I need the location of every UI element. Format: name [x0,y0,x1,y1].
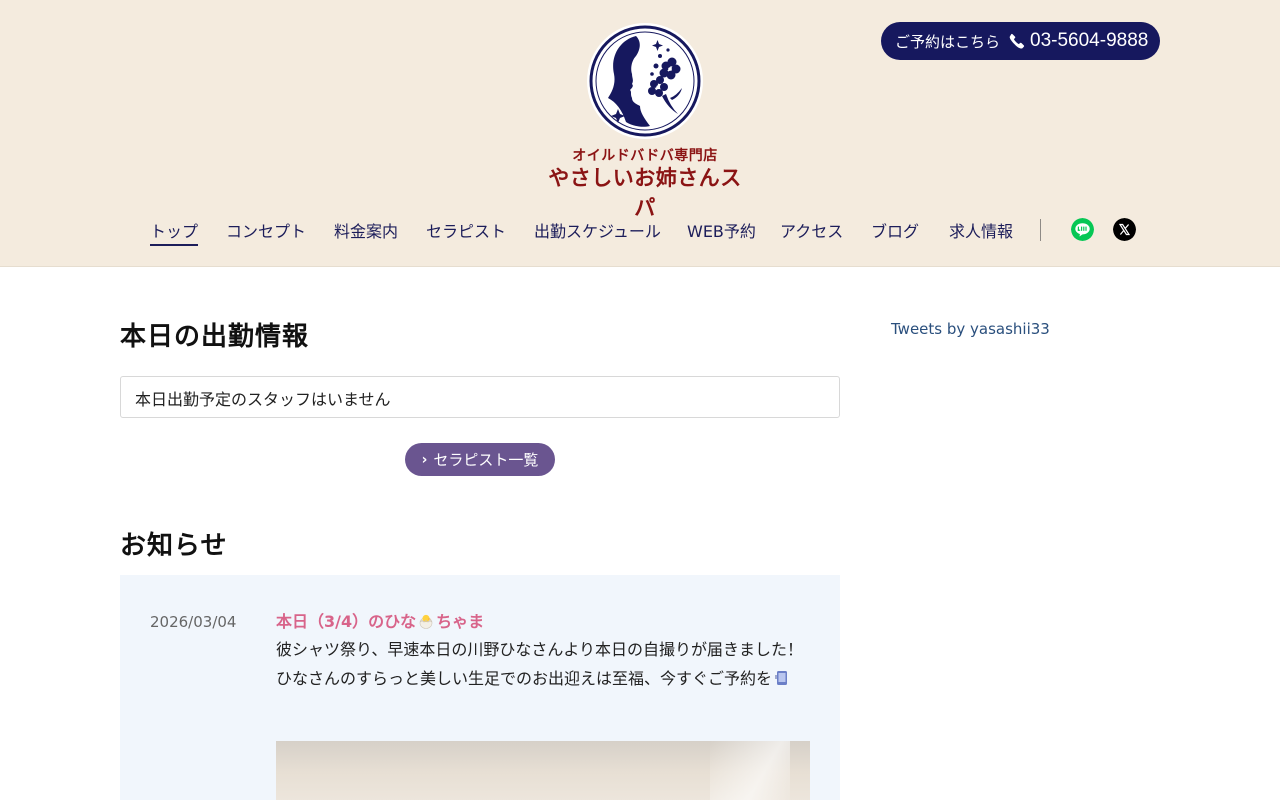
reserve-phone-number: 03-5604-9888 [1030,30,1149,51]
therapist-list-label: セラピスト一覧 [433,451,539,469]
news-title-link[interactable]: 本日（3/4）のひな ちゃま [276,608,484,632]
nav-item-schedule[interactable]: 出勤スケジュール [534,218,661,246]
nav-item-concept[interactable]: コンセプト [226,218,306,246]
logo-emblem-icon [587,23,703,139]
news-section-title: お知らせ [120,531,228,561]
hatching-chick-icon [419,614,433,629]
therapist-list-button[interactable]: › セラピスト一覧 [405,443,555,476]
main-content: 本日の出勤情報 本日出勤予定のスタッフはいません › セラピスト一覧 お知らせ … [120,267,840,800]
x-icon[interactable] [1113,218,1136,241]
nav-item-web-reservation[interactable]: WEB予約 [687,218,756,246]
news-photo[interactable] [276,741,810,800]
nav-item-therapists[interactable]: セラピスト [426,218,506,246]
today-attendance-title: 本日の出勤情報 [120,322,310,352]
nav-divider [1040,219,1041,241]
reserve-phone-button[interactable]: ご予約はこちら 03-5604-9888 [881,22,1160,60]
tweets-timeline-link[interactable]: Tweets by yasashii33 [891,320,1050,338]
reserve-label: ご予約はこちら [895,32,1001,51]
news-body: 彼シャツ祭り、早速本日の川野ひなさんより本日の自撮りが届きました！ひなさんのすら… [276,635,816,693]
today-attendance-notice: 本日出勤予定のスタッフはいません [120,376,840,418]
nav-item-access[interactable]: アクセス [780,218,843,246]
news-title-text: 本日（3/4）のひな [276,612,417,631]
phone-icon [1009,33,1025,49]
mobile-phone-icon [775,671,788,685]
site-logo[interactable]: オイルドバドバ専門店 やさしいお姉さんスパ [540,22,750,220]
news-title-suffix: ちゃま [436,612,485,631]
nav-item-top[interactable]: トップ [150,218,199,246]
chevron-right-icon: › [421,451,428,468]
nav-item-pricing[interactable]: 料金案内 [334,218,398,246]
line-icon[interactable] [1071,218,1094,241]
news-date: 2026/03/04 [150,613,237,631]
site-header: オイルドバドバ専門店 やさしいお姉さんスパ ご予約はこちら 03-5604-98… [0,0,1280,267]
main-nav: トップ コンセプト 料金案内 セラピスト 出勤スケジュール WEB予約 アクセス… [0,218,1280,248]
news-item: 2026/03/04 本日（3/4）のひな ちゃま 彼シャツ祭り、早速本日の川野… [120,575,840,800]
logo-title: やさしいお姉さんスパ [548,165,742,220]
nav-item-recruit[interactable]: 求人情報 [949,218,1013,246]
nav-item-blog[interactable]: ブログ [871,218,919,246]
news-body-text: 彼シャツ祭り、早速本日の川野ひなさんより本日の自撮りが届きました！ひなさんのすら… [276,640,804,688]
